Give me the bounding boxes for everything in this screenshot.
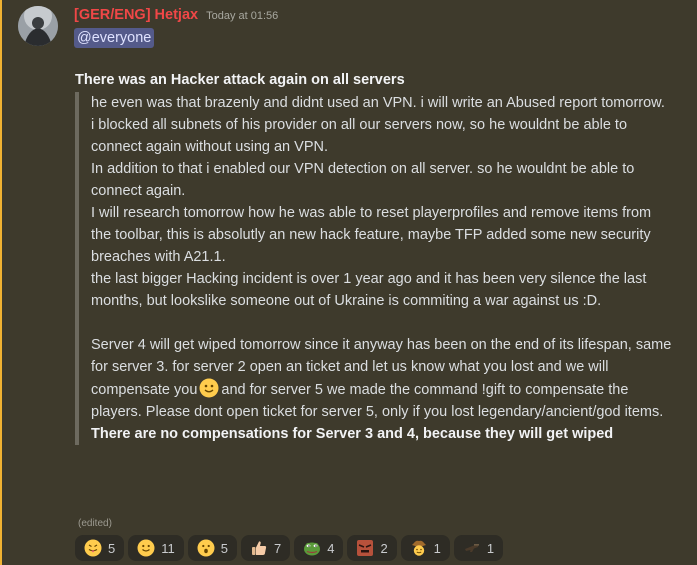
message-header: [GER/ENG] Hetjax Today at 01:56	[74, 7, 278, 23]
reaction-smiling-face[interactable]: 11	[128, 535, 184, 561]
reaction-angry-custom[interactable]: 2	[347, 535, 397, 561]
reaction-count: 4	[327, 540, 335, 556]
quote-line: I will research tomorrow how he was able…	[91, 205, 652, 265]
avatar-image	[18, 6, 58, 46]
reaction-count: 1	[433, 540, 441, 556]
tongue-face-icon	[84, 539, 102, 557]
reaction-surprised-face[interactable]: 5	[187, 535, 237, 561]
pepe-frog-icon	[304, 542, 321, 556]
smiling-face-icon	[137, 539, 155, 557]
reaction-count: 7	[273, 540, 282, 556]
reaction-count: 5	[220, 540, 228, 556]
quote-line: he even was that brazenly and didnt used…	[91, 95, 665, 111]
quote-line: In addition to that i enabled our VPN de…	[91, 161, 635, 199]
quote-paragraph: Server 4 will get wiped tomorrow since i…	[91, 334, 675, 423]
reaction-pepe-frog[interactable]: 4	[294, 535, 344, 561]
thumbs-up-icon	[251, 541, 267, 555]
cowboy-custom-icon	[411, 540, 426, 556]
block-quote: he even was that brazenly and didnt used…	[75, 92, 675, 445]
reaction-count: 2	[380, 540, 388, 556]
avatar[interactable]	[18, 6, 58, 46]
everyone-mention[interactable]: @everyone	[74, 28, 155, 48]
reactions-bar: 5 11 5 7 4 2 1 1	[75, 535, 504, 561]
message-container: [GER/ENG] Hetjax Today at 01:56 @everyon…	[0, 0, 697, 565]
angry-custom-icon	[357, 540, 374, 556]
edited-label: (edited)	[78, 518, 112, 529]
surprised-face-icon	[197, 539, 215, 557]
quote-line: i blocked all subnets of his provider on…	[91, 117, 628, 155]
reaction-count: 11	[161, 540, 175, 556]
slightly-smiling-face-icon[interactable]	[199, 378, 219, 398]
bold-closing-line: There are no compensations for Server 3 …	[91, 426, 614, 442]
timestamp[interactable]: Today at 01:56	[206, 10, 278, 22]
message-title: There was an Hacker attack again on all …	[75, 72, 405, 88]
reaction-count: 1	[486, 540, 495, 556]
reaction-thumbs-up[interactable]: 7	[240, 535, 291, 561]
username[interactable]: [GER/ENG] Hetjax	[74, 7, 198, 23]
reaction-cowboy-custom[interactable]: 1	[400, 535, 450, 561]
gun-custom-icon	[464, 544, 479, 552]
reaction-tongue-face[interactable]: 5	[75, 535, 125, 561]
reaction-gun-custom[interactable]: 1	[453, 535, 504, 561]
reaction-count: 5	[108, 540, 116, 556]
quote-line: the last bigger Hacking incident is over…	[91, 271, 647, 309]
